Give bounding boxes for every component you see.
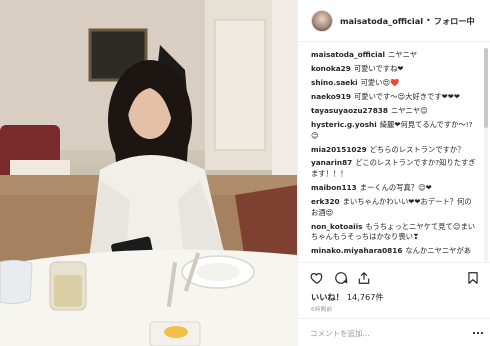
add-comment-bar [298,318,490,346]
comment-item: hysteric.g.yoshi 綺麗❤何見てるんですか〜!?😊 [311,120,477,141]
comment-text: 可愛い😍❤️ [360,77,400,87]
comment-username[interactable]: konoka29 [311,64,351,73]
comment-username[interactable]: yanarin87 [311,158,352,167]
comment-username[interactable]: hysteric.g.yoshi [311,120,377,129]
post-time: 6時間前 [311,307,333,313]
comment-input[interactable] [310,326,460,340]
comment-list: maisatoda_official ニヤニヤ konoka29 可愛いですね❤ s… [311,50,477,264]
share-icon[interactable] [357,271,371,285]
comment-item: minako.miyahara0816 なんかニヤニヤがあ [311,246,477,257]
comment-text: なんかニヤニヤがあ [405,246,472,256]
comment-item: yanarin87 どこのレストランですか?知りたすぎます！！！ [311,158,477,179]
comment-username[interactable]: erk320 [311,197,340,206]
likes-summary[interactable]: いいね！ 14,767件 [311,291,384,303]
comment-text: ニヤニヤ😊 [390,105,428,115]
comment-username[interactable]: mia20151029 [311,145,367,154]
comment-item: maibon113 まーくんの写真？😊❤ [311,183,477,194]
header-username[interactable]: maisatoda_official [340,16,423,26]
post-photo[interactable] [0,0,297,346]
avatar[interactable] [311,9,333,32]
ellipsis-icon[interactable] [472,330,484,336]
comment-item: erk320 まいちゃんかわいい❤❤おデート？何のお酒😍 [311,197,477,218]
header-separator: • [426,16,431,25]
comment-item: tayasuyaozu27838 ニヤニヤ😊 [311,106,477,117]
likes-count: 14,767件 [346,292,384,302]
scrollbar-thumb[interactable] [484,48,488,128]
comment-text: まーくんの写真？😊❤ [359,183,432,193]
comment-username[interactable]: tayasuyaozu27838 [311,106,388,115]
comment-text: 可愛いです〜😍大好きです❤❤❤ [353,91,460,101]
post-side-panel: maisatoda_official • フォロー中 maisatoda_off… [297,0,490,346]
following-button[interactable]: フォロー中 [434,15,475,27]
comment-text: どちらのレストランですか？ [369,144,465,154]
restaurant-photo-illustration [0,0,297,346]
comment-item: naeko919 可愛いです〜😍大好きです❤❤❤ [311,92,477,103]
likes-label: いいね！ [311,292,344,302]
comment-item: shino.saeki 可愛い😍❤️ [311,78,477,89]
speech-bubble-icon[interactable] [334,271,348,285]
comment-item: mia20151029 どちらのレストランですか？ [311,145,477,156]
comment-scrollbar[interactable] [484,48,488,262]
heart-icon[interactable] [310,271,324,285]
comment-text: ニヤニヤ [388,50,418,59]
comment-username[interactable]: shino.saeki [311,78,358,87]
comment-username[interactable]: naeko919 [311,92,351,101]
bookmark-icon[interactable] [466,271,480,285]
comment-username[interactable]: maisatoda_official [311,50,385,59]
comment-item: non_kotoaiis もうちょっとニヤケて見て😊まいちゃんもうそっちはかなり喪… [311,222,477,243]
comment-username[interactable]: maibon113 [311,183,357,192]
comment-text: 可愛いですね❤ [353,63,404,73]
comment-username[interactable]: minako.miyahara0816 [311,246,402,255]
post-header: maisatoda_official • フォロー中 [298,0,490,42]
comment-item: maisatoda_official ニヤニヤ [311,50,477,61]
comment-username[interactable]: non_kotoaiis [311,222,363,231]
comment-item: konoka29 可愛いですね❤ [311,64,477,75]
action-bar [298,262,490,292]
